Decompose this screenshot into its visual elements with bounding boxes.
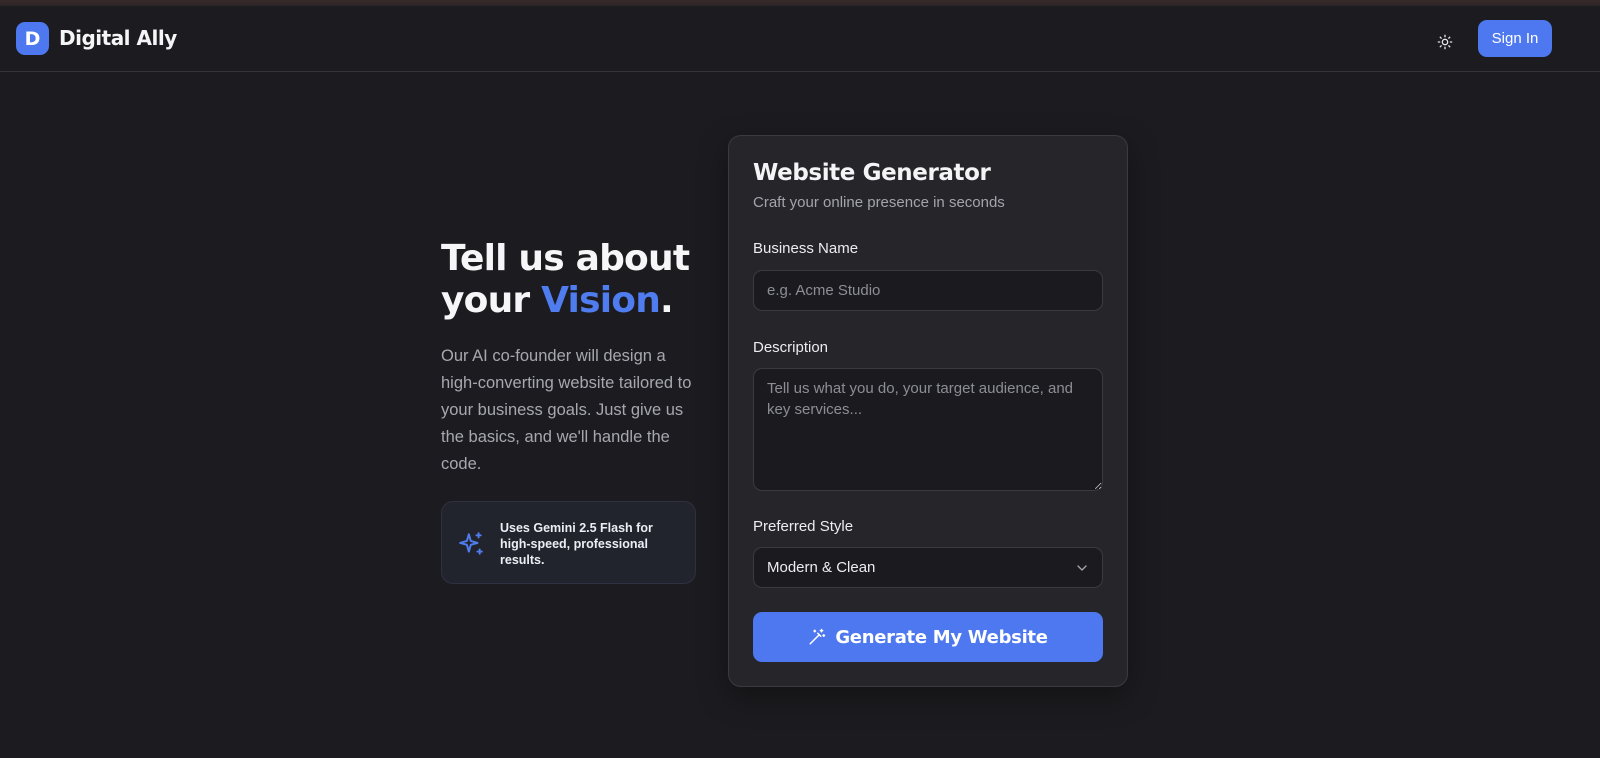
description-label: Description [753, 339, 829, 356]
description-textarea[interactable] [753, 368, 1103, 491]
hero-title-accent: Vision [541, 280, 661, 321]
business-name-input[interactable] [753, 270, 1103, 311]
sign-in-button[interactable]: Sign In [1478, 20, 1552, 57]
model-info-text: Uses Gemini 2.5 Flash for high-speed, pr… [500, 521, 653, 567]
hero-title-line2: your [441, 280, 542, 321]
logo-mark[interactable]: D [16, 22, 49, 55]
card-title: Website Generator [753, 160, 991, 186]
sparkles-icon [459, 532, 483, 555]
style-select[interactable]: Modern & Clean [753, 547, 1103, 588]
preferred-style-label: Preferred Style [753, 518, 854, 535]
hero-title-period: . [660, 280, 674, 321]
model-info-card: Uses Gemini 2.5 Flash for high-speed, pr… [441, 501, 696, 584]
sun-icon [1437, 34, 1453, 50]
generate-website-button[interactable]: Generate My Website [753, 612, 1103, 662]
chevron-down-icon [1077, 565, 1087, 571]
app-name[interactable]: Digital Ally [59, 26, 177, 50]
generate-button-label: Generate My Website [835, 626, 1048, 648]
app-header: D Digital Ally Sign In [0, 6, 1600, 72]
hero-description: Our AI co-founder will design a high-con… [441, 347, 692, 473]
theme-toggle-button[interactable] [1432, 29, 1458, 55]
business-name-label: Business Name [753, 240, 859, 257]
hero-title-line1: Tell us about [441, 238, 690, 279]
hero-title: Tell us about your Vision. [441, 238, 690, 322]
website-generator-card: Website Generator Craft your online pres… [728, 135, 1128, 687]
card-subtitle: Craft your online presence in seconds [753, 194, 1005, 211]
style-select-value: Modern & Clean [767, 559, 876, 576]
magic-wand-icon [809, 628, 826, 645]
